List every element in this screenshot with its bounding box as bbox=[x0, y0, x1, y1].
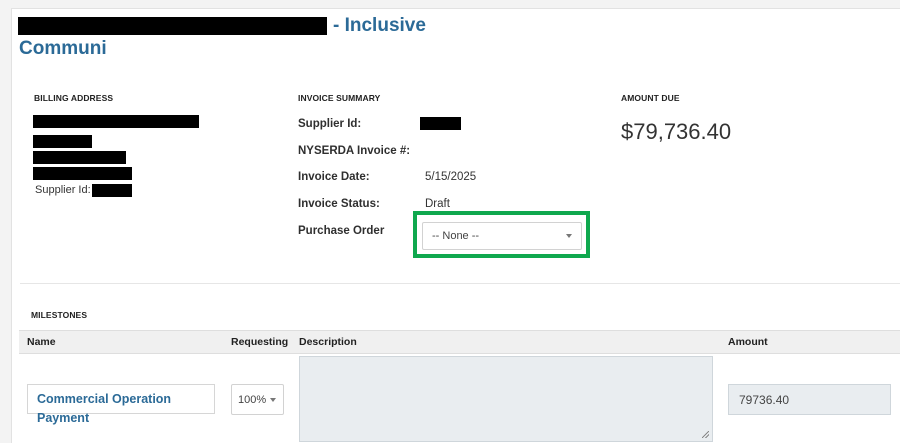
chevron-down-icon bbox=[270, 397, 276, 402]
redacted-address-line-4 bbox=[33, 167, 132, 180]
milestone-amount-value: 79736.40 bbox=[739, 393, 790, 407]
requesting-percent-select[interactable]: 100% bbox=[231, 384, 284, 415]
amount-due-value: $79,736.40 bbox=[621, 119, 732, 144]
section-divider bbox=[20, 283, 900, 284]
page-title-line2: Communi bbox=[19, 38, 107, 59]
redacted-address-line-2 bbox=[33, 135, 92, 148]
amount-due-heading: AMOUNT DUE bbox=[621, 93, 680, 103]
resize-handle-icon[interactable] bbox=[702, 431, 709, 438]
invoice-date-label: Invoice Date: bbox=[298, 171, 370, 183]
column-header-description: Description bbox=[299, 336, 357, 348]
milestone-name-link[interactable]: Commercial Operation Payment bbox=[37, 390, 187, 428]
purchase-order-select[interactable]: -- None -- bbox=[422, 222, 582, 250]
page-title-suffix: - Inclusive bbox=[333, 15, 426, 36]
redacted-billing-supplier-id bbox=[92, 184, 132, 197]
redacted-title bbox=[18, 17, 327, 35]
chevron-down-icon bbox=[566, 234, 572, 238]
column-header-requesting: Requesting bbox=[231, 336, 289, 348]
invoice-summary-heading: INVOICE SUMMARY bbox=[298, 93, 381, 103]
redacted-address-line-3 bbox=[33, 151, 126, 164]
column-header-amount: Amount bbox=[728, 336, 768, 348]
column-header-name: Name bbox=[27, 336, 56, 348]
nyserda-invoice-label: NYSERDA Invoice #: bbox=[298, 145, 411, 157]
milestones-table-header: Name Requesting Description Amount bbox=[19, 330, 900, 354]
redacted-address-line-1 bbox=[33, 115, 199, 128]
billing-supplier-id-label: Supplier Id: bbox=[35, 184, 91, 196]
requesting-percent-value: 100% bbox=[238, 393, 267, 406]
milestone-amount-field: 79736.40 bbox=[728, 384, 891, 415]
purchase-order-selected-value: -- None -- bbox=[432, 230, 480, 242]
invoice-status-label: Invoice Status: bbox=[298, 198, 380, 210]
redacted-supplier-id bbox=[420, 117, 461, 130]
milestones-heading: MILESTONES bbox=[31, 310, 88, 320]
invoice-date-value: 5/15/2025 bbox=[425, 171, 477, 183]
billing-address-heading: BILLING ADDRESS bbox=[34, 93, 114, 103]
description-textarea[interactable] bbox=[299, 356, 713, 442]
supplier-id-label: Supplier Id: bbox=[298, 118, 362, 130]
purchase-order-label: Purchase Order bbox=[298, 225, 385, 237]
invoice-status-value: Draft bbox=[425, 198, 450, 210]
